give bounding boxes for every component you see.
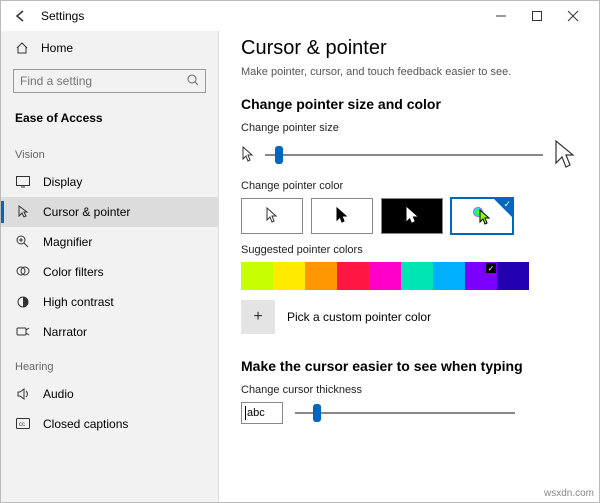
cursor-icon (15, 205, 31, 219)
home-icon (15, 41, 31, 55)
pointer-size-label: Change pointer size (241, 122, 577, 134)
pointer-color-inverted[interactable] (381, 198, 443, 234)
nav-label: Narrator (43, 325, 87, 339)
nav-narrator[interactable]: Narrator (1, 317, 218, 347)
titlebar: Settings (1, 1, 599, 31)
nav-label: Color filters (43, 265, 104, 279)
display-icon (15, 176, 31, 188)
color-swatch[interactable] (433, 262, 465, 290)
color-swatch[interactable] (273, 262, 305, 290)
pointer-color-black[interactable] (311, 198, 373, 234)
pointer-color-white[interactable] (241, 198, 303, 234)
close-button[interactable] (555, 1, 591, 31)
page-subtitle: Make pointer, cursor, and touch feedback… (241, 66, 577, 78)
nav-closed-captions[interactable]: cc Closed captions (1, 409, 218, 439)
audio-icon (15, 387, 31, 401)
page-heading: Cursor & pointer (241, 37, 577, 60)
nav-high-contrast[interactable]: High contrast (1, 287, 218, 317)
nav-display[interactable]: Display (1, 167, 218, 197)
watermark: wsxdn.com (544, 488, 594, 499)
group-hearing: Hearing (1, 347, 218, 379)
suggested-colors-label: Suggested pointer colors (241, 244, 577, 256)
high-contrast-icon (15, 295, 31, 309)
sidebar: Home Ease of Access Vision Display Curso… (1, 31, 219, 502)
search-input[interactable] (20, 74, 187, 88)
search-icon (187, 74, 199, 89)
category-label: Ease of Access (1, 105, 218, 135)
nav-label: High contrast (43, 295, 114, 309)
cursor-thickness-slider[interactable] (295, 403, 515, 423)
nav-label: Display (43, 175, 82, 189)
color-swatch[interactable] (241, 262, 273, 290)
pointer-color-custom[interactable]: ✓ (451, 198, 513, 234)
section-size-color: Change pointer size and color (241, 96, 577, 112)
nav-audio[interactable]: Audio (1, 379, 218, 409)
section-cursor: Make the cursor easier to see when typin… (241, 358, 577, 374)
color-filters-icon (15, 265, 31, 279)
magnifier-icon (15, 235, 31, 249)
cursor-small-icon (241, 146, 255, 164)
color-swatch[interactable] (337, 262, 369, 290)
cursor-large-icon (553, 140, 577, 170)
cursor-thickness-label: Change cursor thickness (241, 384, 577, 396)
main-panel: Cursor & pointer Make pointer, cursor, a… (219, 31, 599, 502)
minimize-button[interactable] (483, 1, 519, 31)
home-label: Home (41, 41, 73, 55)
pick-custom-color-button[interactable]: + (241, 300, 275, 334)
narrator-icon (15, 325, 31, 339)
nav-label: Closed captions (43, 417, 128, 431)
color-swatch[interactable]: ✓ (465, 262, 497, 290)
color-swatch[interactable] (369, 262, 401, 290)
color-swatch[interactable] (305, 262, 337, 290)
pick-custom-color-label: Pick a custom pointer color (287, 310, 431, 324)
back-button[interactable] (9, 9, 33, 23)
group-vision: Vision (1, 135, 218, 167)
suggested-colors: ✓ (241, 262, 577, 290)
pointer-size-slider[interactable] (265, 145, 543, 165)
pointer-color-label: Change pointer color (241, 180, 577, 192)
color-swatch[interactable] (497, 262, 529, 290)
home-nav[interactable]: Home (1, 35, 218, 61)
maximize-button[interactable] (519, 1, 555, 31)
nav-label: Cursor & pointer (43, 205, 130, 219)
nav-magnifier[interactable]: Magnifier (1, 227, 218, 257)
color-swatch[interactable] (401, 262, 433, 290)
window-title: Settings (41, 9, 84, 23)
nav-label: Audio (43, 387, 74, 401)
svg-text:cc: cc (19, 422, 25, 428)
captions-icon: cc (15, 418, 31, 430)
nav-color-filters[interactable]: Color filters (1, 257, 218, 287)
nav-cursor-pointer[interactable]: Cursor & pointer (1, 197, 218, 227)
search-box[interactable] (13, 69, 206, 93)
pointer-color-options: ✓ (241, 198, 577, 234)
cursor-preview: abc (241, 402, 283, 424)
nav-label: Magnifier (43, 235, 92, 249)
